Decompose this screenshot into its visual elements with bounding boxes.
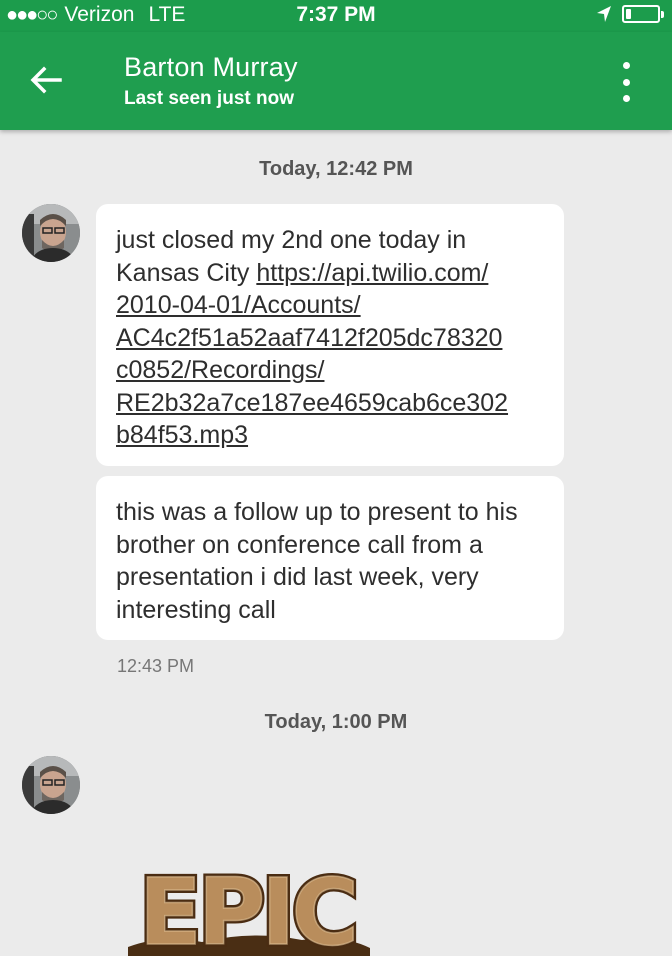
avatar[interactable] bbox=[22, 204, 80, 262]
avatar-photo bbox=[22, 756, 80, 814]
avatar-photo bbox=[22, 204, 80, 262]
message-timestamp: 12:43 PM bbox=[117, 656, 195, 676]
status-right bbox=[596, 5, 664, 23]
avatar[interactable] bbox=[22, 756, 80, 814]
battery-icon bbox=[622, 5, 664, 23]
more-vert-icon[interactable] bbox=[622, 62, 630, 102]
status-bar: ●●●○○ Verizon LTE 7:37 PM bbox=[0, 0, 672, 32]
battery-level bbox=[626, 9, 631, 19]
epic-sticker-image: EPIC EPIC bbox=[128, 856, 370, 956]
message-bubble: this was a follow up to present to his b… bbox=[96, 476, 564, 640]
arrow-left-icon[interactable] bbox=[26, 60, 66, 100]
recording-link[interactable]: https://api.twilio.com/​2010-04-01/Accou… bbox=[116, 259, 508, 450]
message-text: this was a follow up to present to his b… bbox=[116, 498, 518, 624]
date-separator: Today, 1:00 PM bbox=[264, 711, 408, 733]
date-separator: Today, 12:42 PM bbox=[259, 158, 413, 180]
epic-sticker[interactable]: EPIC EPIC bbox=[122, 842, 372, 956]
last-seen-status: Last seen just now bbox=[124, 88, 294, 109]
message-bubble: just closed my 2nd one today in Kansas C… bbox=[96, 204, 564, 466]
contact-name[interactable]: Barton Murray bbox=[124, 52, 298, 83]
svg-text:EPIC: EPIC bbox=[139, 859, 355, 956]
chat-header: Barton Murray Last seen just now bbox=[0, 32, 672, 130]
location-arrow-icon bbox=[597, 6, 611, 22]
status-time: 7:37 PM bbox=[296, 3, 376, 26]
